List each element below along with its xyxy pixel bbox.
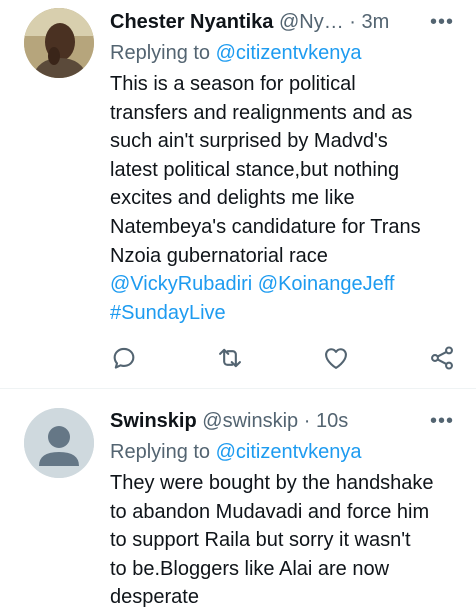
like-icon[interactable] xyxy=(322,344,350,372)
separator-dot: · xyxy=(349,11,356,33)
avatar-chester[interactable] xyxy=(24,8,94,78)
text-line: to support Raila but sorry it wasn't xyxy=(110,529,411,552)
replying-to-label: Replying to xyxy=(110,441,211,463)
timestamp[interactable]: 10s xyxy=(316,410,348,432)
replying-to-mention[interactable]: @citizentvkenya xyxy=(216,441,362,463)
profile-photo-icon xyxy=(24,8,94,78)
tweet-divider xyxy=(0,388,476,389)
text-line: They were bought by the handshake xyxy=(110,472,434,494)
mention-koinange[interactable]: @KoinangeJeff xyxy=(258,273,395,295)
mentions-line: @VickyRubadiri @KoinangeJeff xyxy=(110,270,460,299)
mention-vicky[interactable]: @VickyRubadiri xyxy=(110,273,252,295)
text-line: desperate xyxy=(110,586,199,609)
tweet-text: This is a season for political transfers… xyxy=(110,70,460,327)
replying-to-mention[interactable]: @citizentvkenya xyxy=(216,42,362,64)
tweet-chester[interactable]: Chester Nyantika @Ny… · 3m ••• Replying … xyxy=(0,0,476,388)
tweet-text: They were bought by the handshake to aba… xyxy=(110,469,460,612)
hashtag-link[interactable]: #SundayLive xyxy=(110,302,226,324)
text-line: excites and delights me like xyxy=(110,187,355,210)
share-icon[interactable] xyxy=(428,344,456,372)
text-line: Natembeya's candidature for Trans xyxy=(110,215,421,238)
text-line: to abandon Mudavadi and force him xyxy=(110,500,430,523)
text-line: to be.Bloggers like Alai are now xyxy=(110,557,390,580)
more-options-icon[interactable]: ••• xyxy=(430,411,454,431)
text-line: such ain't surprised by Madvd's xyxy=(110,130,388,153)
replying-to-label: Replying to xyxy=(110,42,211,64)
user-handle[interactable]: @swinskip xyxy=(202,410,298,432)
separator-dot: · xyxy=(303,410,311,432)
text-line: This is a season for political xyxy=(110,73,356,95)
avatar-swinskip[interactable] xyxy=(24,408,94,478)
timestamp[interactable]: 3m xyxy=(362,11,390,33)
text-line: Nzoia gubernatorial race xyxy=(110,244,328,267)
display-name[interactable]: Chester Nyantika xyxy=(110,11,273,33)
text-line: latest political stance,but nothing xyxy=(110,158,400,181)
replying-to: Replying to @citizentvkenya xyxy=(110,40,362,66)
text-line: transfers and realignments and as xyxy=(110,101,413,124)
tweet-actions xyxy=(110,344,460,374)
reply-icon[interactable] xyxy=(110,344,138,372)
tweet-header: Chester Nyantika @Ny… · 3m xyxy=(110,9,456,35)
tweet-header: Swinskip @swinskip · 10s xyxy=(110,408,456,434)
more-options-icon[interactable]: ••• xyxy=(430,12,454,32)
user-handle[interactable]: @Ny… xyxy=(279,11,344,33)
default-avatar-icon xyxy=(24,408,94,478)
replying-to: Replying to @citizentvkenya xyxy=(110,439,362,465)
display-name[interactable]: Swinskip xyxy=(110,410,197,432)
retweet-icon[interactable] xyxy=(216,344,244,372)
